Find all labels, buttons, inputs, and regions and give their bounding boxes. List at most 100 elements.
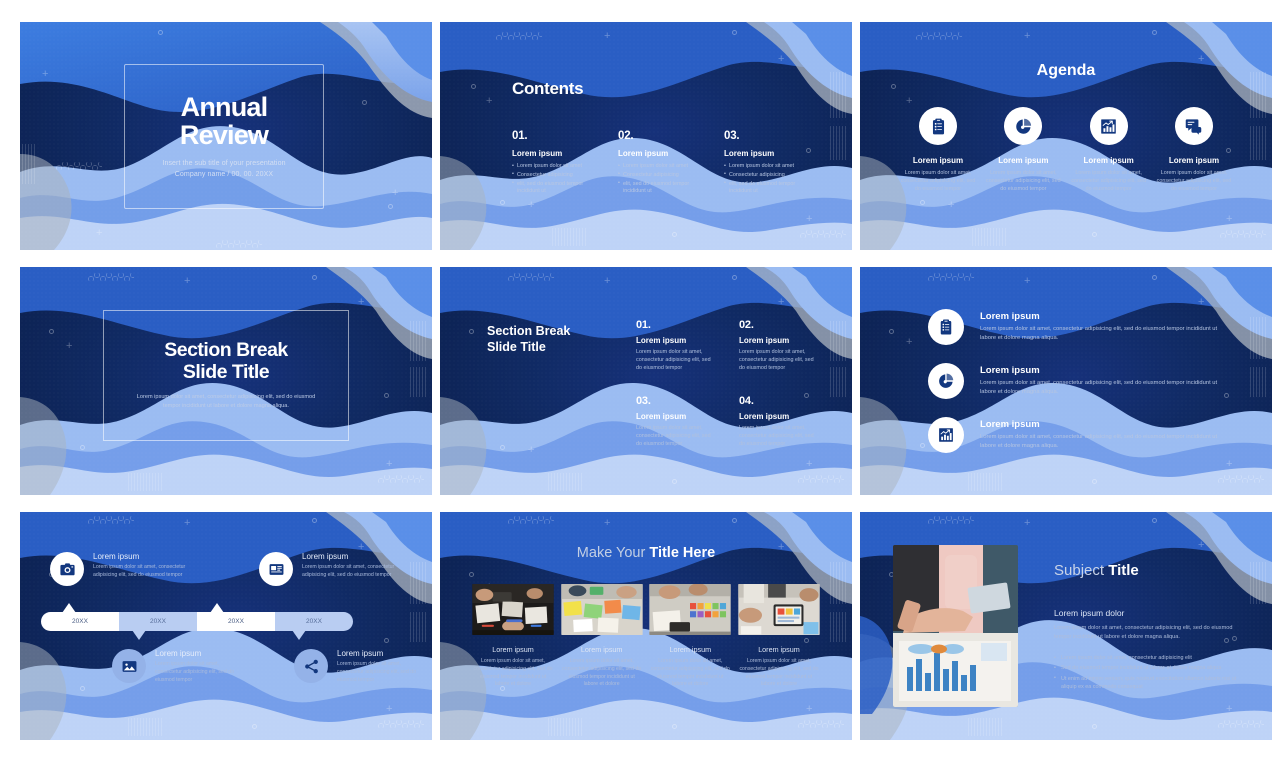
- agenda-item[interactable]: Lorem ipsum Lorem ipsum dolor sit amet, …: [1154, 107, 1234, 193]
- slide-photo-grid[interactable]: Make Your Title Here Lorem ipsum Lorem i…: [440, 512, 852, 740]
- contents-column[interactable]: 01. Lorem ipsum Lorem ipsum dolor sit am…: [512, 130, 600, 197]
- item-subhead: Lorem ipsum: [739, 336, 790, 345]
- slide-subject-title[interactable]: Subject Title Lorem ipsum dolor Lorem ip…: [860, 512, 1272, 740]
- list-item: Lorem ipsum dolor sit amet: [618, 163, 706, 171]
- timeline-segment[interactable]: 20XX: [275, 612, 353, 631]
- timeline-item[interactable]: Lorem ipsum Lorem ipsum dolor sit amet, …: [112, 649, 238, 684]
- column-subhead: Lorem ipsum: [724, 149, 775, 158]
- section-item[interactable]: 02. Lorem ipsum Lorem ipsum dolor sit am…: [739, 319, 816, 373]
- card-text: Lorem ipsum dolor sit amet, consectetur …: [473, 658, 553, 688]
- subtitle-line-2: Company name / 00. 00. 20XX: [174, 170, 274, 178]
- photo-card[interactable]: Lorem ipsum Lorem ipsum dolor sit amet, …: [561, 584, 643, 689]
- list-item: Lorem ipsum dolor sit amet: [512, 163, 600, 171]
- section-break-frame: Section Break Slide Title Lorem ipsum do…: [103, 310, 349, 441]
- item-desc: Lorem ipsum dolor sit amet, consectetur …: [980, 433, 1218, 449]
- item-desc: Lorem ipsum dolor sit amet, consectetur …: [93, 564, 186, 578]
- list-item: Consectetur adipisicing: [724, 171, 812, 180]
- contents-column[interactable]: 02. Lorem ipsum Lorem ipsum dolor sit am…: [618, 130, 706, 197]
- item-head: Lorem ipsum: [155, 649, 202, 658]
- bar-chart-growth-icon: [928, 417, 964, 453]
- presentation-template-grid: Annual Review Insert the sub title of yo…: [0, 0, 1280, 760]
- subject-paragraph: Lorem ipsum dolor sit amet, consectetur …: [1054, 625, 1233, 641]
- photo-card[interactable]: Lorem ipsum Lorem ipsum dolor sit amet, …: [649, 584, 731, 689]
- agenda-item-label: Lorem ipsum: [1168, 156, 1220, 165]
- heading-bold: Title Here: [649, 545, 716, 561]
- title-line-2: Slide Title: [182, 360, 270, 383]
- photo-card[interactable]: Lorem ipsum Lorem ipsum dolor sit amet, …: [472, 584, 554, 689]
- section-break-title: Section Break Slide Title: [164, 339, 288, 383]
- timeline-segment[interactable]: 20XX: [119, 612, 197, 631]
- list-item: Lorem ipsum dolor sit amet, consectetur …: [1054, 653, 1239, 662]
- card-text: Lorem ipsum dolor sit amet, consectetur …: [562, 658, 642, 688]
- title-bold: Title: [1108, 562, 1139, 579]
- slide-contents[interactable]: Contents 01. Lorem ipsum Lorem ipsum dol…: [440, 22, 852, 250]
- section-item[interactable]: 03. Lorem ipsum Lorem ipsum dolor sit am…: [636, 395, 713, 449]
- agenda-item[interactable]: Lorem ipsum Lorem ipsum dolor sit amet, …: [898, 107, 978, 193]
- heading-normal: Make Your: [576, 545, 650, 561]
- list-item: elit, sed do eiusmod tempor incididunt u…: [724, 180, 812, 197]
- item-desc: Lorem ipsum dolor sit amet, consectetur …: [739, 349, 814, 372]
- column-number: 02.: [618, 130, 634, 142]
- section-item[interactable]: 04. Lorem ipsum Lorem ipsum dolor sit am…: [739, 395, 816, 449]
- slide-timeline[interactable]: Lorem ipsum Lorem ipsum dolor sit amet, …: [20, 512, 432, 740]
- clipboard-checklist-icon: [928, 309, 964, 345]
- timeline-item[interactable]: Lorem ipsum Lorem ipsum dolor sit amet, …: [259, 552, 402, 586]
- timeline-item[interactable]: Lorem ipsum Lorem ipsum dolor sit amet, …: [294, 649, 420, 684]
- agenda-item[interactable]: Lorem ipsum Lorem ipsum dolor sit amet, …: [1069, 107, 1149, 193]
- icon-list-item[interactable]: Lorem ipsum Lorem ipsum dolor sit amet, …: [928, 417, 1232, 453]
- title-line-2: Slide Title: [487, 340, 546, 355]
- section-item[interactable]: 01. Lorem ipsum Lorem ipsum dolor sit am…: [636, 319, 713, 373]
- pie-chart-icon: [928, 363, 964, 399]
- item-head: Lorem ipsum: [980, 364, 1040, 376]
- photo-card[interactable]: Lorem ipsum Lorem ipsum dolor sit amet, …: [738, 584, 820, 689]
- sticky-notes-planning-photo: [649, 584, 731, 635]
- news-article-icon: [259, 552, 293, 586]
- item-desc: Lorem ipsum dolor sit amet, consectetur …: [302, 564, 395, 578]
- slide-agenda[interactable]: Agenda Lorem ipsum Lorem ipsum dolor sit…: [860, 22, 1272, 250]
- agenda-item[interactable]: Lorem ipsum Lorem ipsum dolor sit amet, …: [983, 107, 1063, 193]
- people-reviewing-charts-photo: [893, 545, 1018, 707]
- timeline-bar[interactable]: 20XX 20XX 20XX 20XX: [41, 612, 353, 631]
- column-bullet-list: Lorem ipsum dolor sit amet Consectetur a…: [618, 163, 706, 196]
- camera-icon: [50, 552, 84, 586]
- item-number: 02.: [739, 319, 754, 331]
- item-subhead: Lorem ipsum: [739, 411, 790, 421]
- timeline-segment[interactable]: 20XX: [197, 612, 275, 631]
- contents-heading: Contents: [512, 79, 584, 98]
- agenda-heading: Agenda: [1036, 62, 1096, 79]
- card-caption: Lorem ipsum: [580, 645, 623, 654]
- slide-section-break[interactable]: Section Break Slide Title Lorem ipsum do…: [20, 267, 432, 495]
- agenda-item-label: Lorem ipsum: [998, 156, 1049, 165]
- item-desc: Lorem ipsum dolor sit amet, consectetur …: [155, 661, 235, 683]
- timeline-segment[interactable]: 20XX: [41, 612, 119, 631]
- subject-bullet-list: Lorem ipsum dolor sit amet, consectetur …: [1054, 653, 1239, 694]
- item-number: 01.: [636, 319, 651, 331]
- item-head: Lorem ipsum: [337, 649, 384, 658]
- timeline-item[interactable]: Lorem ipsum Lorem ipsum dolor sit amet, …: [50, 552, 193, 586]
- item-subhead: Lorem ipsum: [636, 411, 687, 421]
- photo-grid-heading: Make Your Title Here: [440, 545, 852, 561]
- column-bullet-list: Lorem ipsum dolor sit amet Consectetur a…: [512, 163, 600, 196]
- clipboard-checklist-icon: [919, 107, 957, 145]
- section-items-grid: 01. Lorem ipsum Lorem ipsum dolor sit am…: [636, 319, 816, 448]
- section-title: Section Break Slide Title: [487, 323, 570, 356]
- card-text: Lorem ipsum dolor sit amet, consectetur …: [650, 658, 730, 688]
- title-normal: Subject: [1054, 562, 1109, 579]
- slide-section-break-items[interactable]: Section Break Slide Title 01. Lorem ipsu…: [440, 267, 852, 495]
- item-number: 04.: [739, 394, 754, 407]
- list-item: Ut enim ad minim veniam, quis nostrud ex…: [1054, 674, 1239, 692]
- item-desc: Lorem ipsum dolor sit amet, consectetur …: [636, 349, 711, 372]
- agenda-item-label: Lorem ipsum: [1083, 156, 1134, 165]
- contents-column[interactable]: 03. Lorem ipsum Lorem ipsum dolor sit am…: [724, 130, 812, 197]
- icon-list-item[interactable]: Lorem ipsum Lorem ipsum dolor sit amet, …: [928, 363, 1232, 399]
- slide-title[interactable]: Annual Review Insert the sub title of yo…: [20, 22, 432, 250]
- column-number: 03.: [724, 130, 740, 142]
- item-head: Lorem ipsum: [93, 552, 140, 561]
- item-number: 03.: [636, 394, 651, 407]
- slide-icon-list[interactable]: Lorem ipsum Lorem ipsum dolor sit amet, …: [860, 267, 1272, 495]
- list-item: Consectetur adipisicing: [618, 171, 706, 180]
- title-line-1: Annual: [180, 91, 269, 122]
- subject-subhead: Lorem ipsum dolor: [1054, 608, 1125, 618]
- icon-list-item[interactable]: Lorem ipsum Lorem ipsum dolor sit amet, …: [928, 309, 1232, 345]
- title-subtitle: Insert the sub title of your presentatio…: [162, 159, 285, 181]
